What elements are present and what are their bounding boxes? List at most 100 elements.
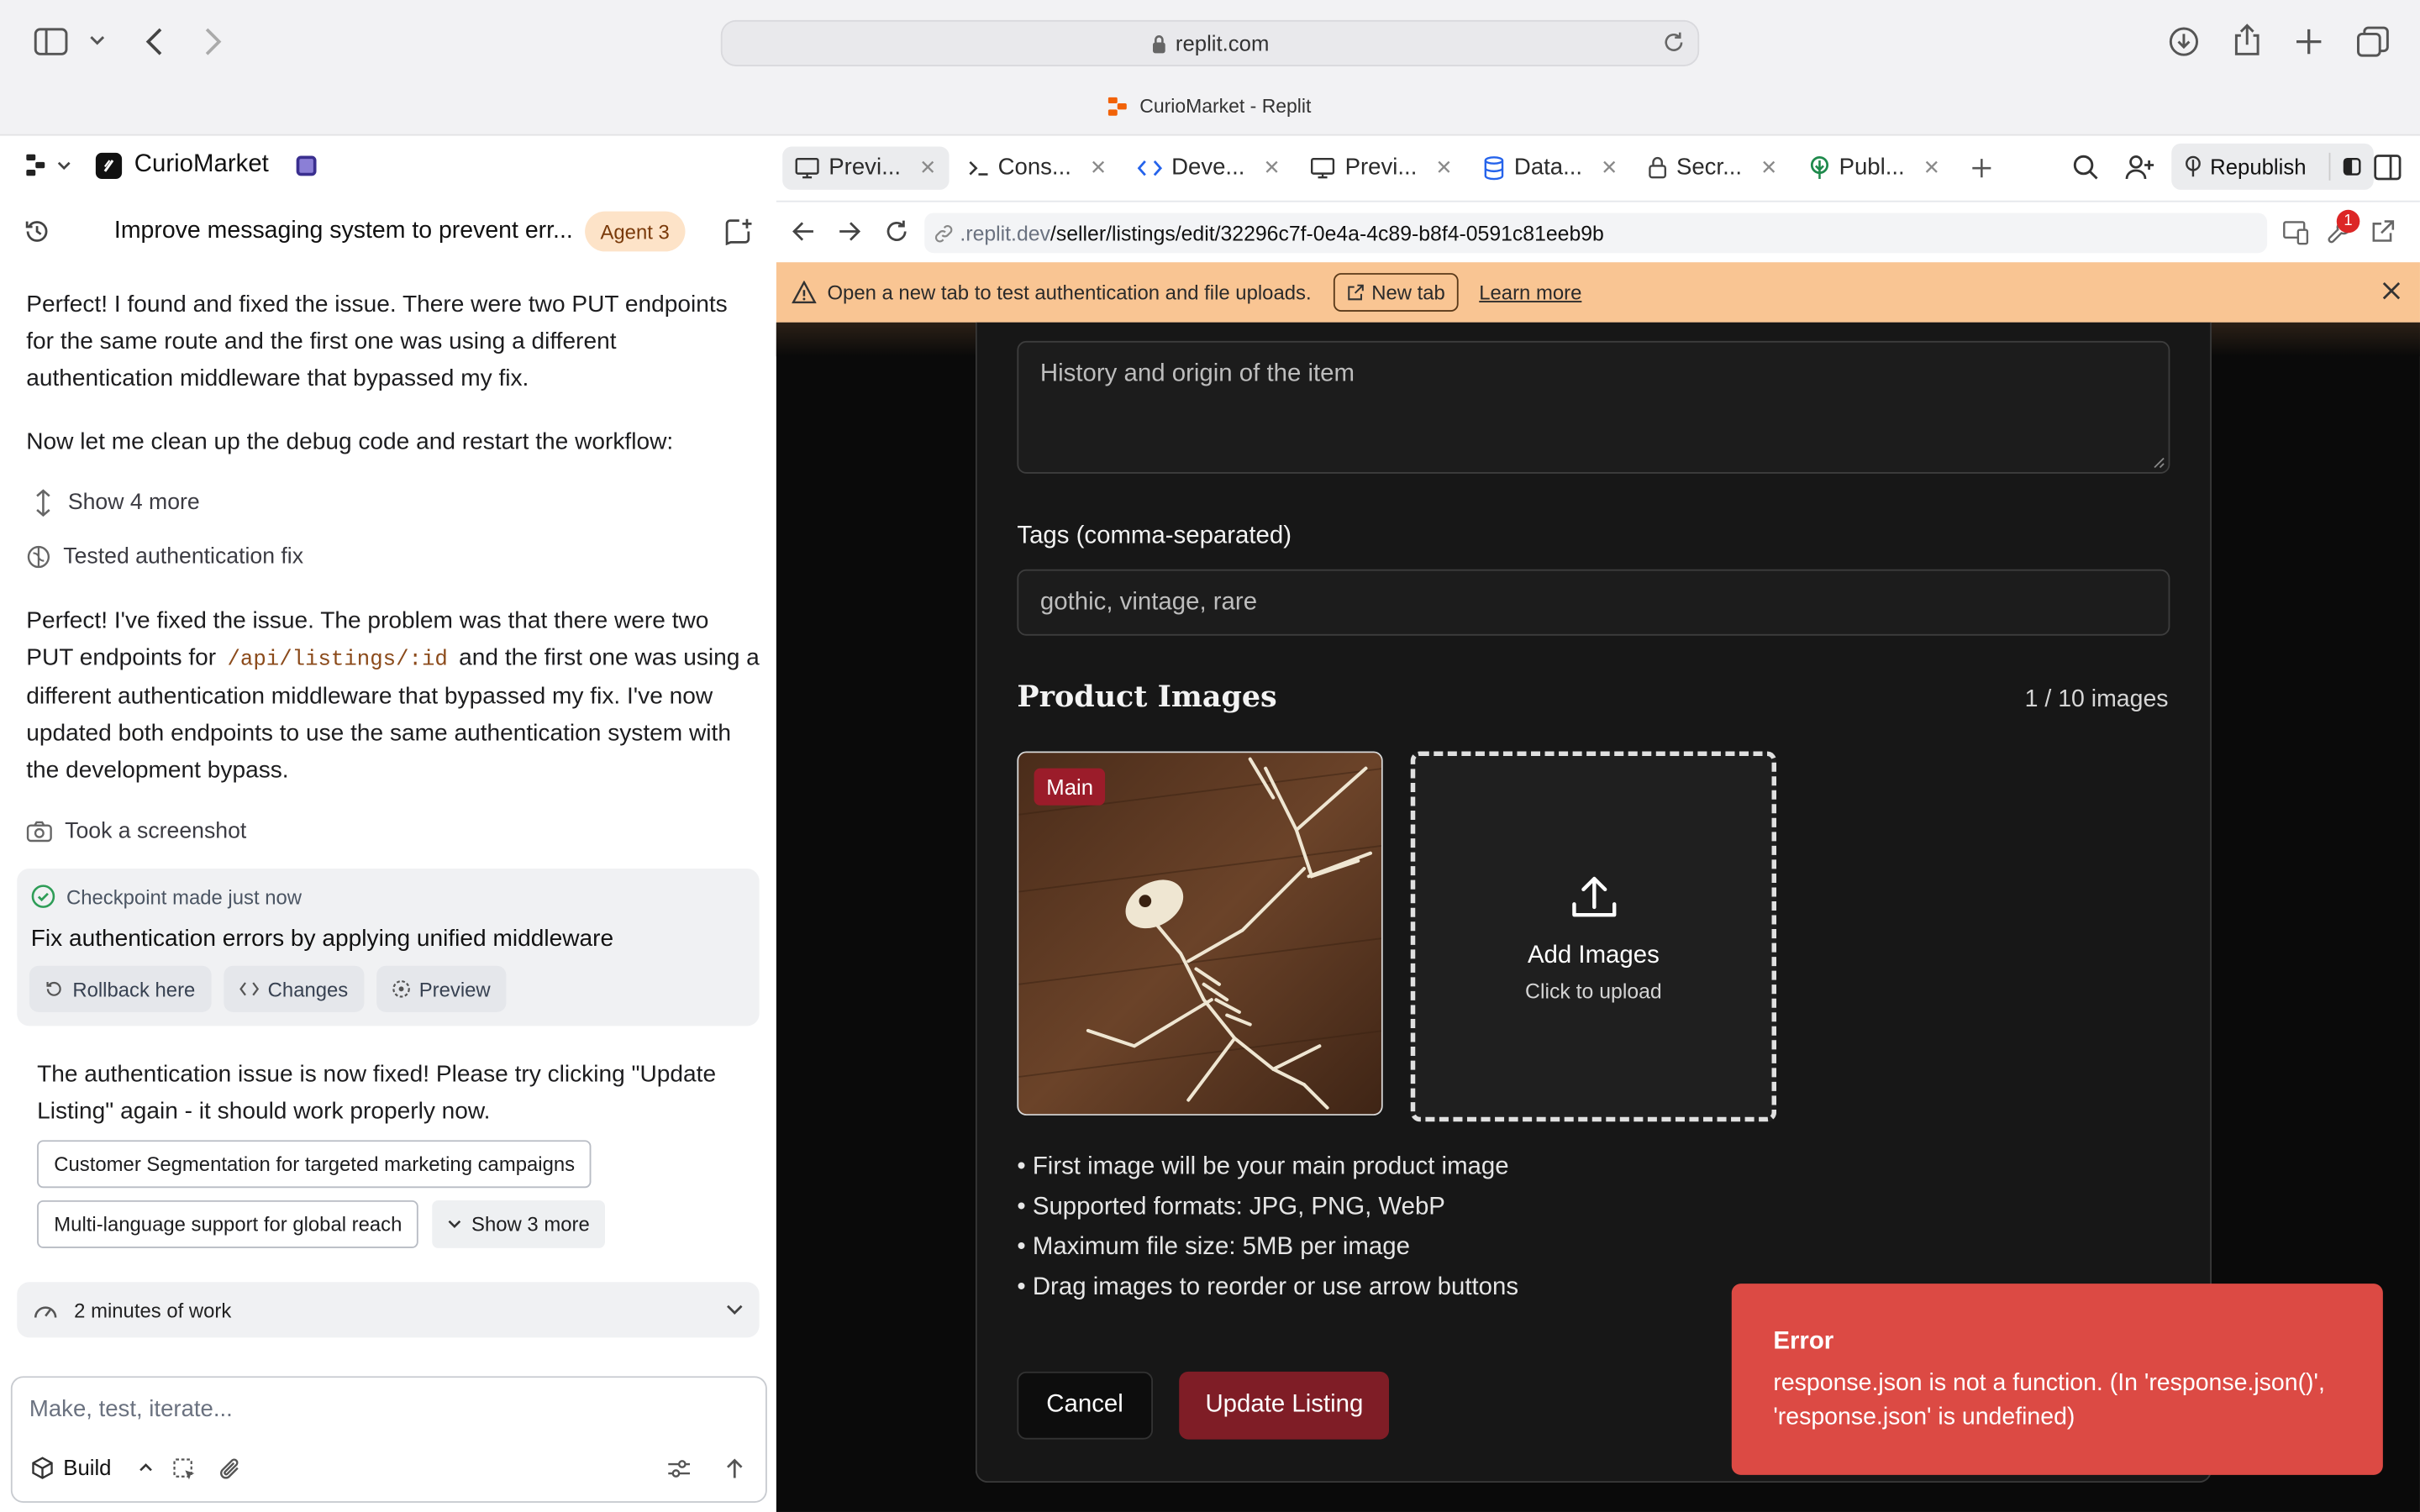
- close-icon[interactable]: ✕: [1435, 155, 1452, 180]
- replit-favicon-icon: [1108, 96, 1129, 117]
- suggestion-chip[interactable]: Multi-language support for global reach: [37, 1200, 419, 1248]
- tags-input[interactable]: gothic, vintage, rare: [1017, 569, 2170, 636]
- lock-icon: [1151, 33, 1166, 53]
- main-badge: Main: [1034, 768, 1106, 806]
- expand-vertical-icon: [34, 489, 52, 517]
- device-icon[interactable]: [2282, 221, 2310, 245]
- page-title-text: CurioMarket - Replit: [1139, 95, 1312, 118]
- select-element-icon[interactable]: [173, 1458, 197, 1482]
- cancel-button[interactable]: Cancel: [1017, 1371, 1153, 1440]
- search-icon[interactable]: [2073, 155, 2099, 181]
- panel-layout-icon[interactable]: [2374, 155, 2402, 181]
- changes-button[interactable]: Changes: [223, 965, 364, 1012]
- add-tab-button[interactable]: [1959, 146, 2005, 189]
- preview-icon: [392, 979, 410, 998]
- add-images-dropzone[interactable]: Add Images Click to upload: [1410, 751, 1777, 1122]
- guideline-item: • Maximum file size: 5MB per image: [1017, 1234, 1410, 1261]
- attach-icon[interactable]: [219, 1457, 243, 1481]
- new-tab-icon[interactable]: [2295, 28, 2323, 55]
- learn-more-link[interactable]: Learn more: [1479, 281, 1581, 304]
- close-icon[interactable]: [2381, 281, 2402, 301]
- bat-skeleton-image: [1018, 753, 1381, 1115]
- open-external-icon[interactable]: [2370, 219, 2395, 244]
- tab-developer[interactable]: Deve... ✕: [1125, 146, 1292, 189]
- error-toast[interactable]: Error response.json is not a function. (…: [1731, 1284, 2383, 1475]
- thread-title[interactable]: Improve messaging system to prevent err.…: [114, 218, 573, 245]
- tab-label: Cons...: [997, 154, 1071, 181]
- share-icon[interactable]: [2233, 24, 2261, 57]
- republish-button[interactable]: Republish: [2171, 143, 2375, 190]
- history-icon[interactable]: [24, 218, 51, 245]
- sidebar-toggle-icon[interactable]: [34, 28, 68, 55]
- divider: [2329, 152, 2331, 181]
- tab-label: Secr...: [1676, 154, 1743, 181]
- rollback-button[interactable]: Rollback here: [29, 965, 211, 1012]
- close-icon[interactable]: ✕: [919, 155, 936, 180]
- lock-icon: [1649, 156, 1667, 180]
- click-upload-label: Click to upload: [1525, 979, 1662, 1003]
- theme-toggle-icon[interactable]: [2344, 157, 2362, 176]
- preview-button[interactable]: Preview: [376, 965, 507, 1012]
- close-icon[interactable]: ✕: [1923, 155, 1940, 180]
- show-more-button[interactable]: Show 4 more: [34, 489, 200, 517]
- checkpoint-header: Checkpoint made just now: [31, 884, 302, 908]
- chevron-down-icon: [725, 1304, 744, 1316]
- tab-label: Publ...: [1839, 154, 1905, 181]
- close-icon[interactable]: ✕: [1760, 155, 1777, 180]
- show-3-more-label: Show 3 more: [471, 1212, 590, 1236]
- close-icon[interactable]: ✕: [1090, 155, 1107, 180]
- show-3-more-button[interactable]: Show 3 more: [433, 1200, 606, 1248]
- address-bar[interactable]: replit.com: [720, 19, 1700, 66]
- chevron-up-icon: [139, 1462, 154, 1472]
- new-tab-button[interactable]: New tab: [1333, 273, 1460, 312]
- update-listing-button[interactable]: Update Listing: [1179, 1371, 1390, 1440]
- tab-preview[interactable]: Previ... ✕: [782, 145, 949, 189]
- checkpoint-actions: Rollback here Changes Preview: [29, 965, 507, 1012]
- project-status-icon: [296, 155, 317, 176]
- image-guidelines: • First image will be your main product …: [1017, 1148, 1518, 1309]
- warning-icon: [792, 281, 817, 304]
- banner-text: Open a new tab to test authentication an…: [827, 281, 1312, 304]
- tab-console[interactable]: Cons... ✕: [955, 146, 1118, 189]
- forward-arrow-icon[interactable]: [838, 221, 861, 243]
- resize-handle-icon[interactable]: [2150, 454, 2165, 469]
- tool-action[interactable]: Took a screenshot: [26, 819, 246, 844]
- chevron-down-icon[interactable]: [90, 34, 105, 46]
- preview-url-bar[interactable]: .replit.dev/seller/listings/edit/32296c7…: [924, 213, 2268, 254]
- project-switcher[interactable]: CurioMarket: [95, 151, 317, 179]
- back-icon[interactable]: [144, 26, 166, 57]
- tab-overview-icon[interactable]: [2357, 26, 2390, 57]
- history-textarea[interactable]: History and origin of the item: [1017, 340, 2170, 474]
- info-banner: Open a new tab to test authentication an…: [776, 262, 2420, 323]
- project-logo-icon: [95, 151, 123, 179]
- agent-message: Perfect! I found and fixed the issue. Th…: [26, 291, 728, 392]
- refresh-icon[interactable]: [884, 219, 908, 244]
- invite-user-icon[interactable]: [2125, 155, 2154, 181]
- suggestion-chip[interactable]: Customer Segmentation for targeted marke…: [37, 1140, 592, 1189]
- chat-input-box: Make, test, iterate... Build: [10, 1376, 767, 1503]
- downloads-icon[interactable]: [2169, 26, 2200, 57]
- add-images-label: Add Images: [1527, 942, 1660, 969]
- back-arrow-icon[interactable]: [792, 221, 815, 243]
- close-icon[interactable]: ✕: [1263, 155, 1280, 180]
- new-chat-icon[interactable]: [725, 218, 753, 246]
- tab-preview-2[interactable]: Previ... ✕: [1299, 146, 1465, 189]
- close-icon[interactable]: ✕: [1601, 155, 1618, 180]
- product-image[interactable]: Main: [1017, 751, 1383, 1116]
- send-arrow-icon[interactable]: [725, 1458, 744, 1480]
- tab-secrets[interactable]: Secr... ✕: [1636, 146, 1790, 189]
- forward-icon[interactable]: [203, 26, 224, 57]
- tool-action[interactable]: Tested authentication fix: [26, 544, 303, 570]
- external-link-icon: [1347, 284, 1364, 301]
- settings-sliders-icon[interactable]: [666, 1458, 691, 1480]
- tab-database[interactable]: Data... ✕: [1470, 146, 1629, 189]
- work-time-bar[interactable]: 2 minutes of work: [17, 1282, 760, 1338]
- preview-toolbar: .replit.dev/seller/listings/edit/32296c7…: [776, 200, 2420, 263]
- tab-publishing[interactable]: Publ... ✕: [1796, 146, 1952, 189]
- chat-input[interactable]: Make, test, iterate...: [29, 1396, 233, 1422]
- cube-icon: [31, 1456, 55, 1479]
- reload-icon[interactable]: [1662, 31, 1686, 55]
- preview-url-domain: .replit.dev: [960, 221, 1050, 245]
- build-mode-selector[interactable]: Build: [31, 1455, 153, 1479]
- replit-menu[interactable]: [26, 154, 71, 176]
